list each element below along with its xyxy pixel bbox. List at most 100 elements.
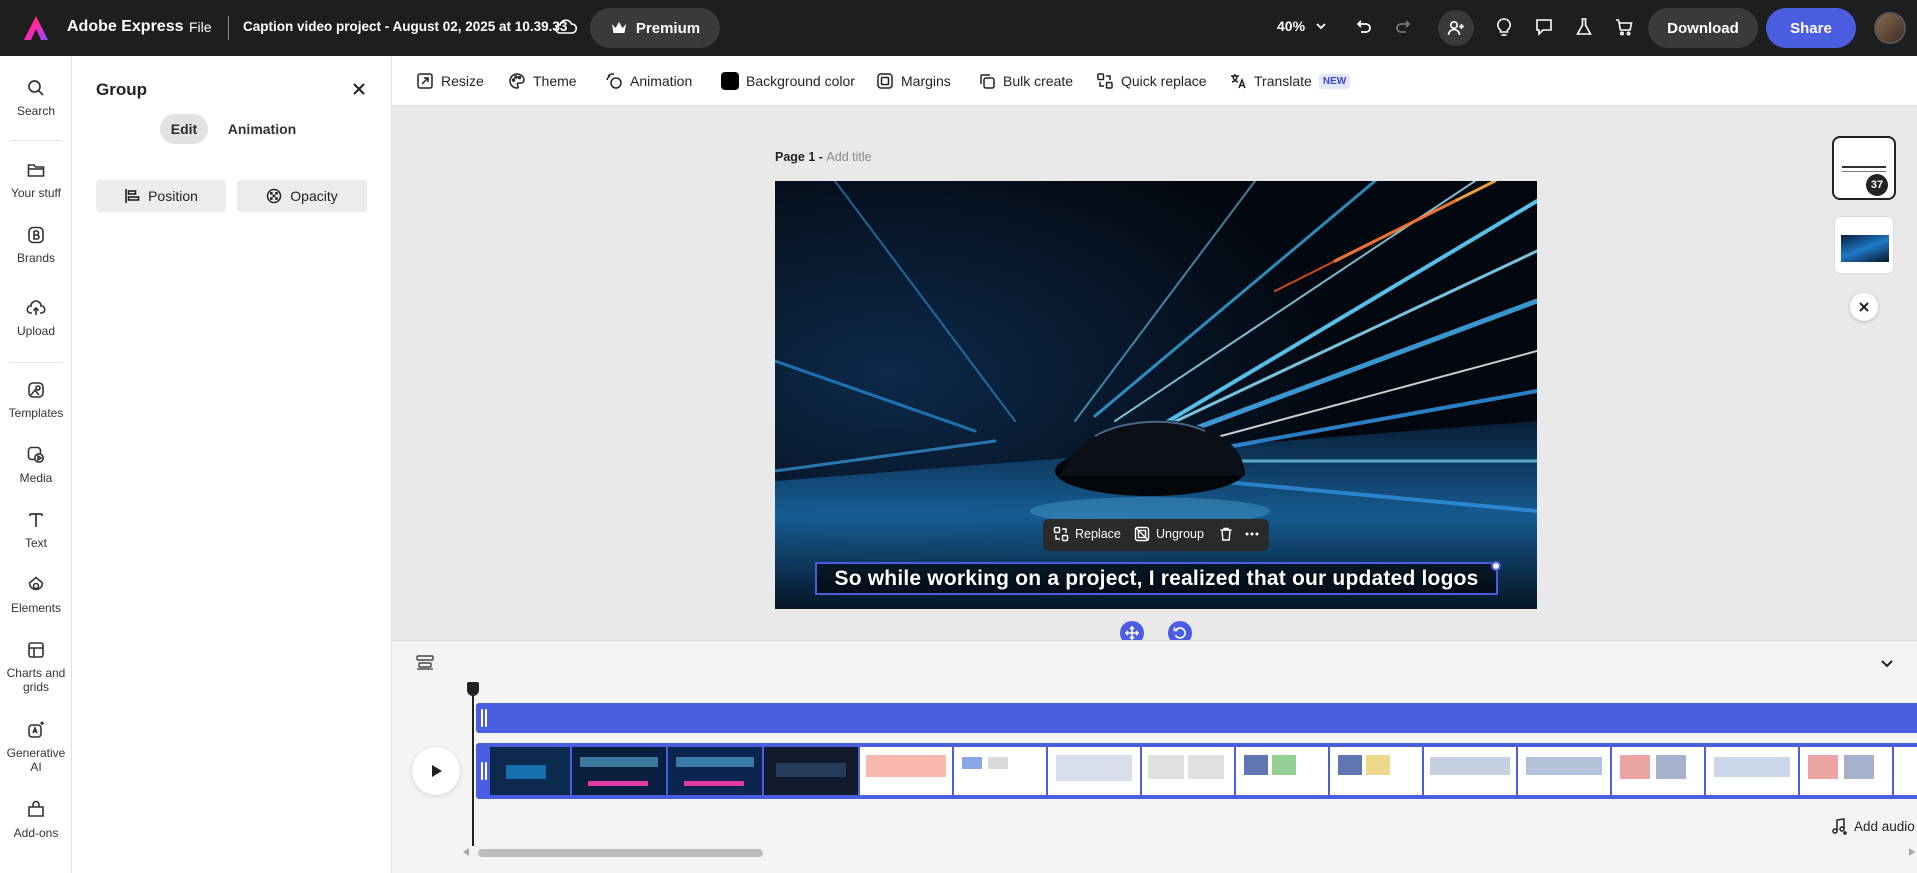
folder-icon (27, 164, 45, 177)
app-name[interactable]: Adobe Express (67, 18, 183, 36)
rail-item-upload[interactable]: Upload (0, 298, 72, 338)
rail-item-templates[interactable]: Templates (0, 380, 72, 420)
add-audio-label: Add audio (1854, 818, 1915, 834)
resize-label: Resize (441, 73, 484, 89)
rail-item-brands[interactable]: Brands (0, 225, 72, 265)
more-button[interactable] (1244, 526, 1260, 542)
chevron-down-icon[interactable] (1878, 654, 1896, 672)
comment-icon (1536, 19, 1552, 36)
divider (228, 16, 229, 40)
premium-button[interactable]: Premium (590, 8, 720, 48)
quick-replace-button[interactable]: Quick replace (1096, 71, 1207, 91)
ungroup-button[interactable]: Ungroup (1134, 526, 1204, 542)
rail-item-generative-ai[interactable]: Generative AI (0, 720, 72, 774)
resize-handle[interactable] (1491, 561, 1501, 571)
video-track[interactable] (476, 743, 1917, 799)
tab-edit[interactable]: Edit (160, 114, 208, 144)
drag-handle[interactable] (480, 709, 488, 727)
replace-icon (1053, 526, 1069, 542)
rail-item-add-ons[interactable]: Add-ons (0, 800, 72, 840)
rail-item-your-stuff[interactable]: Your stuff (0, 160, 72, 200)
thumbnail-line (1842, 166, 1886, 168)
panel-title: Group (96, 80, 147, 99)
brand-kit-button[interactable] (1491, 14, 1517, 40)
opacity-icon (267, 188, 282, 204)
add-ons-icon (28, 800, 44, 817)
close-icon[interactable] (348, 78, 370, 100)
invite-button[interactable] (1438, 10, 1474, 46)
add-audio-button[interactable]: Add audio (1830, 817, 1915, 835)
resize-button[interactable]: Resize (416, 71, 484, 91)
rail-label: Search (16, 104, 56, 118)
lightbulb-icon (1497, 18, 1511, 36)
zoom-dropdown[interactable]: 40% (1277, 18, 1327, 34)
flask-icon (1576, 18, 1592, 35)
share-button[interactable]: Share (1766, 8, 1856, 48)
rotate-icon (1173, 627, 1186, 639)
tab-animation[interactable]: Animation (222, 114, 302, 144)
page-thumbnail-2[interactable] (1834, 216, 1894, 274)
cloud-icon[interactable] (553, 14, 579, 40)
file-menu[interactable]: File (189, 19, 212, 35)
redo-button[interactable] (1391, 14, 1417, 40)
caption-text[interactable]: So while working on a project, I realize… (834, 567, 1478, 591)
background-color-button[interactable]: Background color (721, 71, 855, 91)
scroll-right-arrow[interactable] (1909, 848, 1915, 856)
bulk-create-icon (980, 74, 995, 89)
horizontal-scrollbar[interactable] (478, 849, 763, 857)
elements-icon (28, 576, 44, 591)
crown-icon (611, 22, 626, 33)
comments-button[interactable] (1531, 14, 1557, 40)
play-button[interactable] (412, 747, 460, 795)
timeline-toggle-icon[interactable] (416, 654, 434, 670)
add-user-icon (1447, 20, 1464, 36)
trash-icon (1220, 527, 1232, 541)
close-pages-button[interactable] (1850, 293, 1878, 321)
bulk-create-button[interactable]: Bulk create (978, 71, 1073, 91)
opacity-button[interactable]: Opacity (237, 180, 367, 212)
translate-icon (1231, 74, 1246, 89)
rail-item-media[interactable]: Media (0, 445, 72, 485)
rail-item-text[interactable]: Text (0, 510, 72, 550)
rail-label: Upload (16, 324, 56, 338)
rail-label: Text (24, 536, 47, 550)
page-label: Page 1 - Add title (775, 150, 872, 164)
scroll-left-arrow[interactable] (463, 848, 469, 856)
adobe-express-logo[interactable] (22, 14, 50, 42)
add-title-field[interactable]: Add title (826, 150, 871, 164)
cart-button[interactable] (1611, 14, 1637, 40)
rail-item-charts-and-grids[interactable]: Charts and grids (0, 640, 72, 694)
rail-item-elements[interactable]: Elements (0, 575, 72, 615)
top-bar: Adobe Express File Caption video project… (0, 0, 1917, 56)
undo-button[interactable] (1350, 14, 1376, 40)
replace-button[interactable]: Replace (1053, 526, 1121, 542)
rail-label: Your stuff (10, 186, 62, 200)
avatar[interactable] (1874, 12, 1906, 44)
theme-button[interactable]: Theme (508, 71, 577, 91)
align-left-icon (125, 189, 140, 203)
translate-label: Translate (1254, 73, 1312, 89)
quick-replace-icon (1097, 73, 1113, 89)
delete-button[interactable] (1218, 526, 1234, 542)
caption-track[interactable] (476, 703, 1917, 733)
rail-label: Media (19, 471, 53, 485)
rail-label: Add-ons (13, 826, 59, 840)
page-count-badge: 37 (1866, 174, 1888, 196)
margins-button[interactable]: Margins (876, 71, 951, 91)
document-title[interactable]: Caption video project - August 02, 2025 … (243, 19, 567, 34)
caption-group[interactable]: So while working on a project, I realize… (815, 562, 1498, 595)
redo-icon (1396, 20, 1411, 33)
animation-button[interactable]: Animation (605, 71, 692, 91)
undo-icon (1356, 20, 1371, 33)
new-badge: NEW (1318, 73, 1351, 89)
translate-button[interactable]: Translate NEW (1229, 71, 1351, 91)
divider (10, 140, 62, 141)
bulk-create-label: Bulk create (1003, 73, 1074, 89)
labs-button[interactable] (1571, 14, 1597, 40)
quick-replace-label: Quick replace (1121, 73, 1207, 89)
rail-item-search[interactable]: Search (0, 78, 72, 118)
music-note-icon (1832, 818, 1847, 835)
download-button[interactable]: Download (1648, 8, 1758, 48)
position-button[interactable]: Position (96, 180, 226, 212)
chevron-down-icon (1316, 23, 1326, 30)
